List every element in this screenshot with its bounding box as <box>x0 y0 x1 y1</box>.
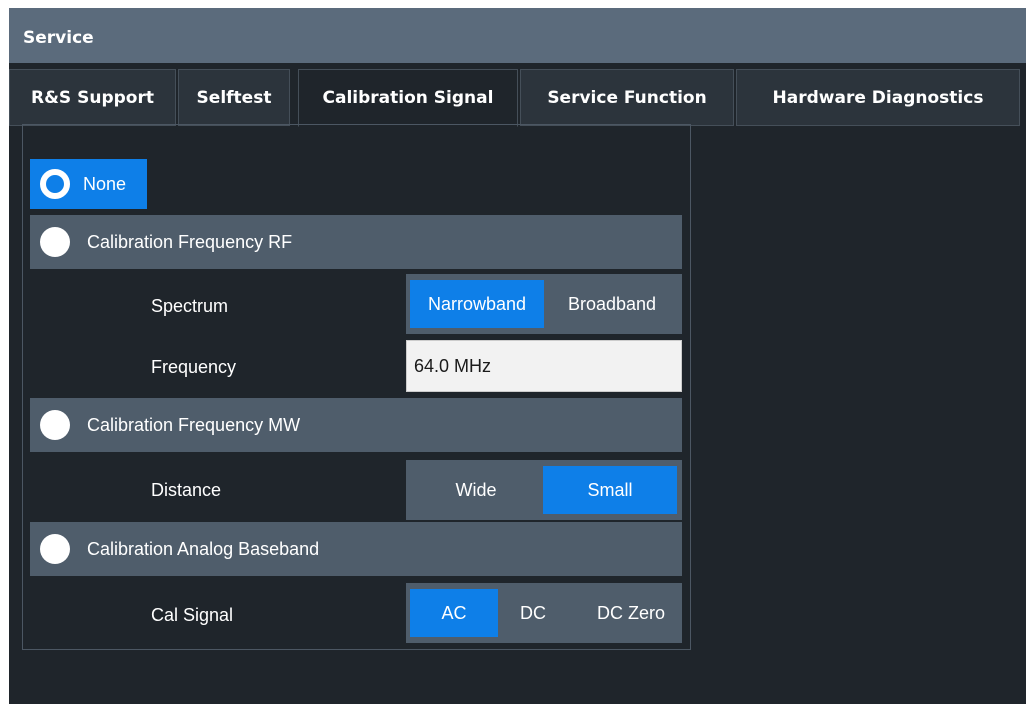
tab-rs-support[interactable]: R&S Support <box>9 69 176 126</box>
tab-calibration-signal[interactable]: Calibration Signal <box>298 69 518 127</box>
spectrum-label: Spectrum <box>151 296 229 316</box>
frequency-label: Frequency <box>151 357 237 377</box>
radio-abb-label: Calibration Analog Baseband <box>87 538 320 559</box>
radio-rf-label: Calibration Frequency RF <box>87 231 293 252</box>
radio-mw-label: Calibration Frequency MW <box>87 414 301 435</box>
cal-signal-selector: AC DC DC Zero <box>406 583 682 643</box>
distance-small-option[interactable]: Small <box>543 466 677 514</box>
radio-unchecked-icon <box>40 410 70 440</box>
radio-calibration-frequency-mw[interactable]: Calibration Frequency MW <box>30 398 682 452</box>
radio-unchecked-icon <box>40 534 70 564</box>
cal-signal-label: Cal Signal <box>151 605 234 625</box>
cal-signal-ac-option[interactable]: AC <box>410 589 498 637</box>
radio-unchecked-icon <box>40 227 70 257</box>
spectrum-selector: Narrowband Broadband <box>406 274 682 334</box>
service-dialog: Service R&S Support Selftest Calibration… <box>9 8 1026 704</box>
radio-none[interactable]: None <box>30 159 147 209</box>
dialog-title: Service <box>23 28 94 48</box>
frequency-input[interactable]: 64.0 MHz <box>406 340 682 392</box>
spectrum-broadband-option[interactable]: Broadband <box>546 280 678 328</box>
tab-service-function[interactable]: Service Function <box>520 69 734 126</box>
tab-selftest[interactable]: Selftest <box>178 69 290 126</box>
cal-signal-dc-zero-option[interactable]: DC Zero <box>584 589 678 637</box>
cal-signal-dc-option[interactable]: DC <box>512 589 554 637</box>
distance-selector: Wide Small <box>406 460 682 520</box>
distance-wide-option[interactable]: Wide <box>410 466 542 514</box>
tab-bar: R&S Support Selftest Calibration Signal … <box>9 69 1026 127</box>
radio-calibration-frequency-rf[interactable]: Calibration Frequency RF <box>30 215 682 269</box>
tab-hardware-diagnostics[interactable]: Hardware Diagnostics <box>736 69 1020 126</box>
title-bar: Service <box>9 8 1026 63</box>
radio-none-label: None <box>83 173 127 194</box>
radio-checked-icon <box>40 169 70 199</box>
spectrum-narrowband-option[interactable]: Narrowband <box>410 280 544 328</box>
radio-calibration-analog-baseband[interactable]: Calibration Analog Baseband <box>30 522 682 576</box>
distance-label: Distance <box>151 480 222 500</box>
